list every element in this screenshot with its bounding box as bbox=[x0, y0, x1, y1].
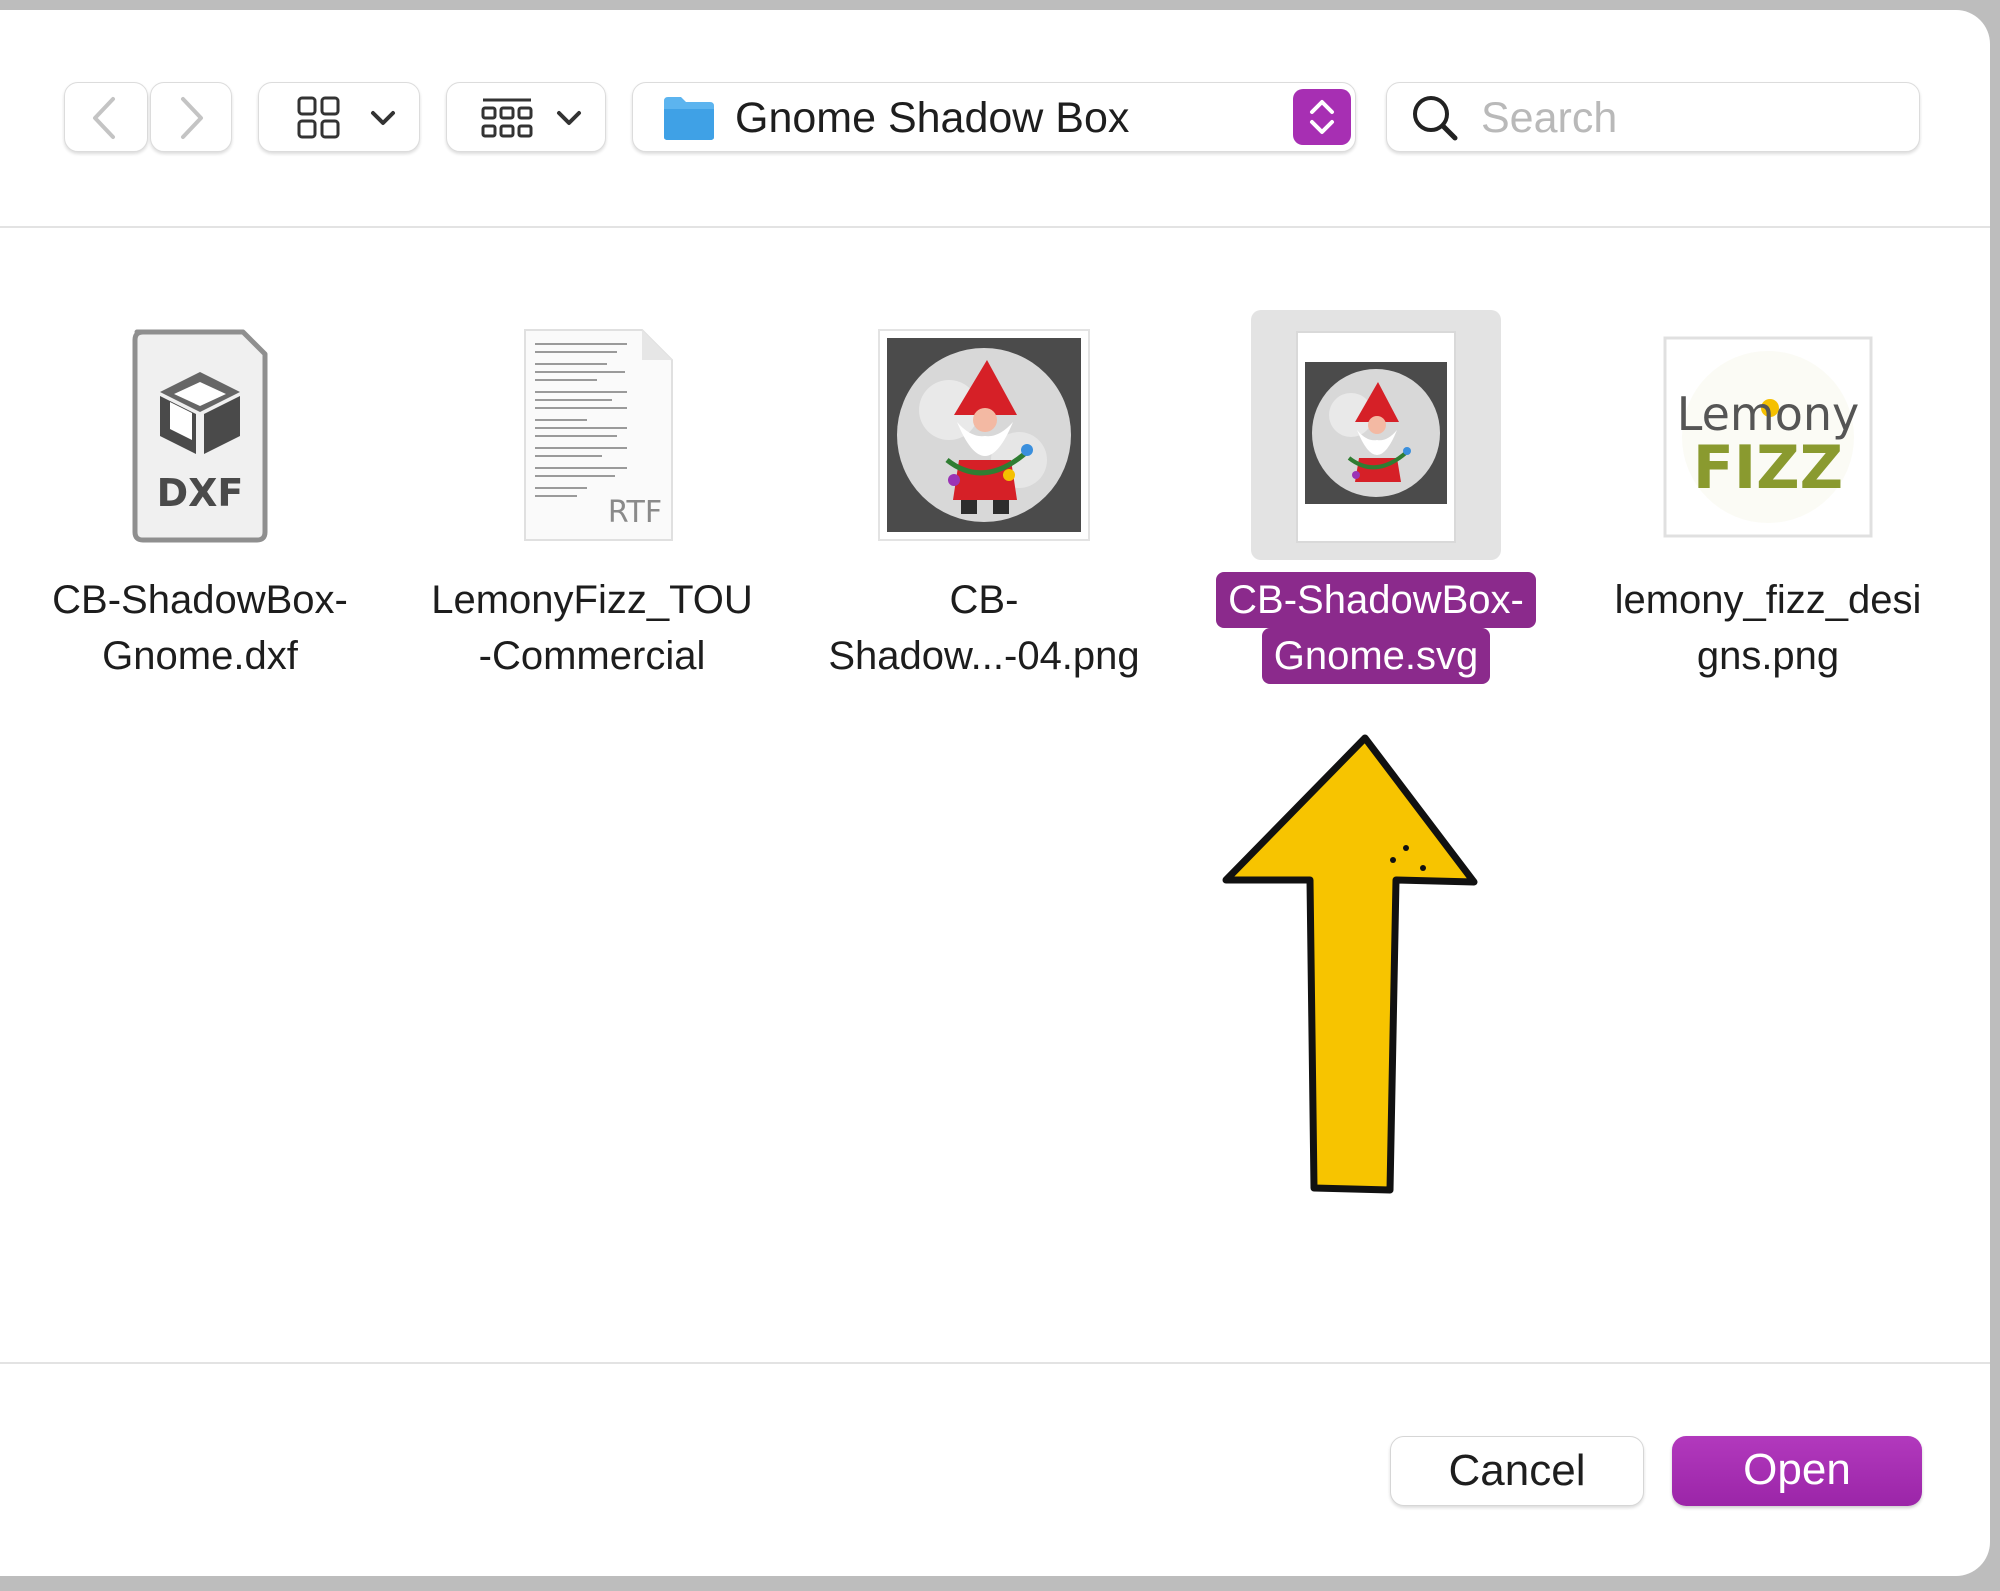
chevron-down-icon bbox=[557, 111, 581, 125]
file-item-selected[interactable]: CB-ShadowBox- Gnome.svg bbox=[1196, 310, 1556, 700]
file-name: LemonyFizz_TOU -Commercial bbox=[431, 578, 753, 678]
chevron-right-icon bbox=[181, 97, 203, 139]
search-icon bbox=[1413, 96, 1458, 141]
lemony-fizz-logo-thumbnail: Lemony FIZZ bbox=[1663, 336, 1873, 538]
file-name-selected: CB-ShadowBox- Gnome.svg bbox=[1196, 572, 1556, 684]
file-item[interactable]: DXF CB-ShadowBox- Gnome.dxf bbox=[20, 310, 380, 700]
file-name: lemony_fizz_desi gns.png bbox=[1614, 578, 1922, 678]
open-file-dialog: Gnome Shadow Box Search DXF CB-ShadowBox… bbox=[0, 10, 1990, 1576]
group-by-button[interactable] bbox=[446, 82, 606, 152]
file-item[interactable]: RTF LemonyFizz_TOU -Commercial bbox=[412, 310, 772, 700]
search-field[interactable]: Search bbox=[1386, 82, 1920, 152]
file-thumbnail: Lemony FIZZ bbox=[1643, 310, 1893, 560]
toolbar-divider bbox=[0, 226, 1990, 228]
chevron-down-icon bbox=[371, 111, 395, 125]
folder-icon bbox=[664, 97, 714, 140]
toolbar: Gnome Shadow Box Search bbox=[0, 10, 1990, 228]
location-label: Gnome Shadow Box bbox=[735, 94, 1130, 142]
cancel-button[interactable]: Cancel bbox=[1390, 1436, 1644, 1506]
location-popup[interactable]: Gnome Shadow Box bbox=[632, 82, 1356, 152]
rtf-badge: RTF bbox=[608, 495, 662, 530]
file-thumbnail: DXF bbox=[75, 310, 325, 560]
chevron-left-icon bbox=[93, 97, 115, 139]
gnome-svg-thumbnail bbox=[1296, 331, 1456, 543]
rtf-document-icon: RTF bbox=[524, 329, 673, 541]
icon-grid-view-icon bbox=[297, 96, 340, 139]
footer-divider bbox=[0, 1362, 1990, 1364]
arrow-annotation-icon bbox=[1222, 734, 1478, 1194]
logo-text-bottom: FIZZ bbox=[1693, 433, 1843, 503]
dxf-badge: DXF bbox=[157, 471, 244, 515]
open-button[interactable]: Open bbox=[1672, 1436, 1922, 1506]
file-thumbnail: RTF bbox=[467, 310, 717, 560]
file-thumbnail bbox=[859, 310, 1109, 560]
forward-button[interactable] bbox=[150, 82, 232, 152]
file-name: CB- Shadow...-04.png bbox=[828, 578, 1140, 678]
file-name: CB-ShadowBox- Gnome.dxf bbox=[52, 578, 348, 678]
search-input[interactable]: Search bbox=[1481, 83, 1617, 153]
updown-chevron-icon[interactable] bbox=[1293, 89, 1351, 145]
file-item[interactable]: CB- Shadow...-04.png bbox=[804, 310, 1164, 700]
file-item[interactable]: Lemony FIZZ lemony_fizz_desi gns.png bbox=[1588, 310, 1948, 700]
back-button[interactable] bbox=[64, 82, 148, 152]
gnome-image-thumbnail bbox=[878, 329, 1090, 541]
dxf-document-icon: DXF bbox=[132, 329, 268, 543]
group-by-icon bbox=[481, 98, 533, 138]
file-thumbnail bbox=[1251, 310, 1501, 560]
view-mode-button[interactable] bbox=[258, 82, 420, 152]
